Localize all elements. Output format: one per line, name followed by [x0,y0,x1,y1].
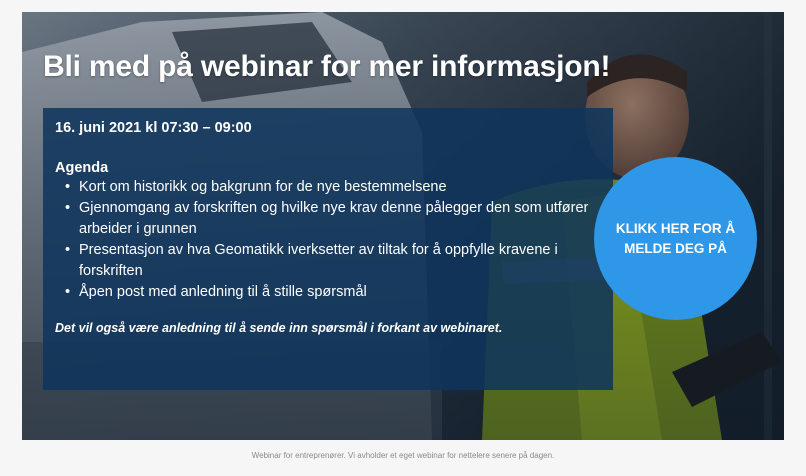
page-frame: Bli med på webinar for mer informasjon! … [0,0,806,476]
event-date: 16. juni 2021 kl 07:30 – 09:00 [55,120,252,136]
agenda-item-text: Gjennomgang av forskriften og hvilke nye… [79,200,589,237]
agenda-item-text: Kort om historikk og bakgrunn for de nye… [79,179,447,195]
agenda-item-text: Åpen post med anledning til å stille spø… [79,284,367,300]
agenda-list: • Kort om historikk og bakgrunn for de n… [55,177,601,303]
agenda-title: Agenda [55,160,109,176]
agenda-item: • Gjennomgang av forskriften og hvilke n… [65,198,601,240]
agenda-item: • Presentasjon av hva Geomatikk iverkset… [65,240,601,282]
agenda-item-text: Presentasjon av hva Geomatikk iverksette… [79,242,558,279]
caption: Webinar for entreprenører. Vi avholder e… [251,451,555,460]
questions-note: Det vil også være anledning til å sende … [55,321,503,335]
event-info-box: 16. juni 2021 kl 07:30 – 09:00 Agenda • … [43,108,613,390]
register-button-label: KLIKK HER FOR Å MELDE DEG PÅ [615,220,736,256]
headline: Bli med på webinar for mer informasjon! [43,50,611,83]
bullet-icon: • [65,242,71,258]
agenda-item: • Kort om historikk og bakgrunn for de n… [65,177,601,198]
webinar-banner: Bli med på webinar for mer informasjon! … [22,12,784,440]
bullet-icon: • [65,179,71,195]
bullet-icon: • [65,284,71,300]
register-button[interactable]: KLIKK HER FOR Å MELDE DEG PÅ [594,157,757,320]
agenda-item: • Åpen post med anledning til å stille s… [65,282,601,303]
bullet-icon: • [65,200,71,216]
